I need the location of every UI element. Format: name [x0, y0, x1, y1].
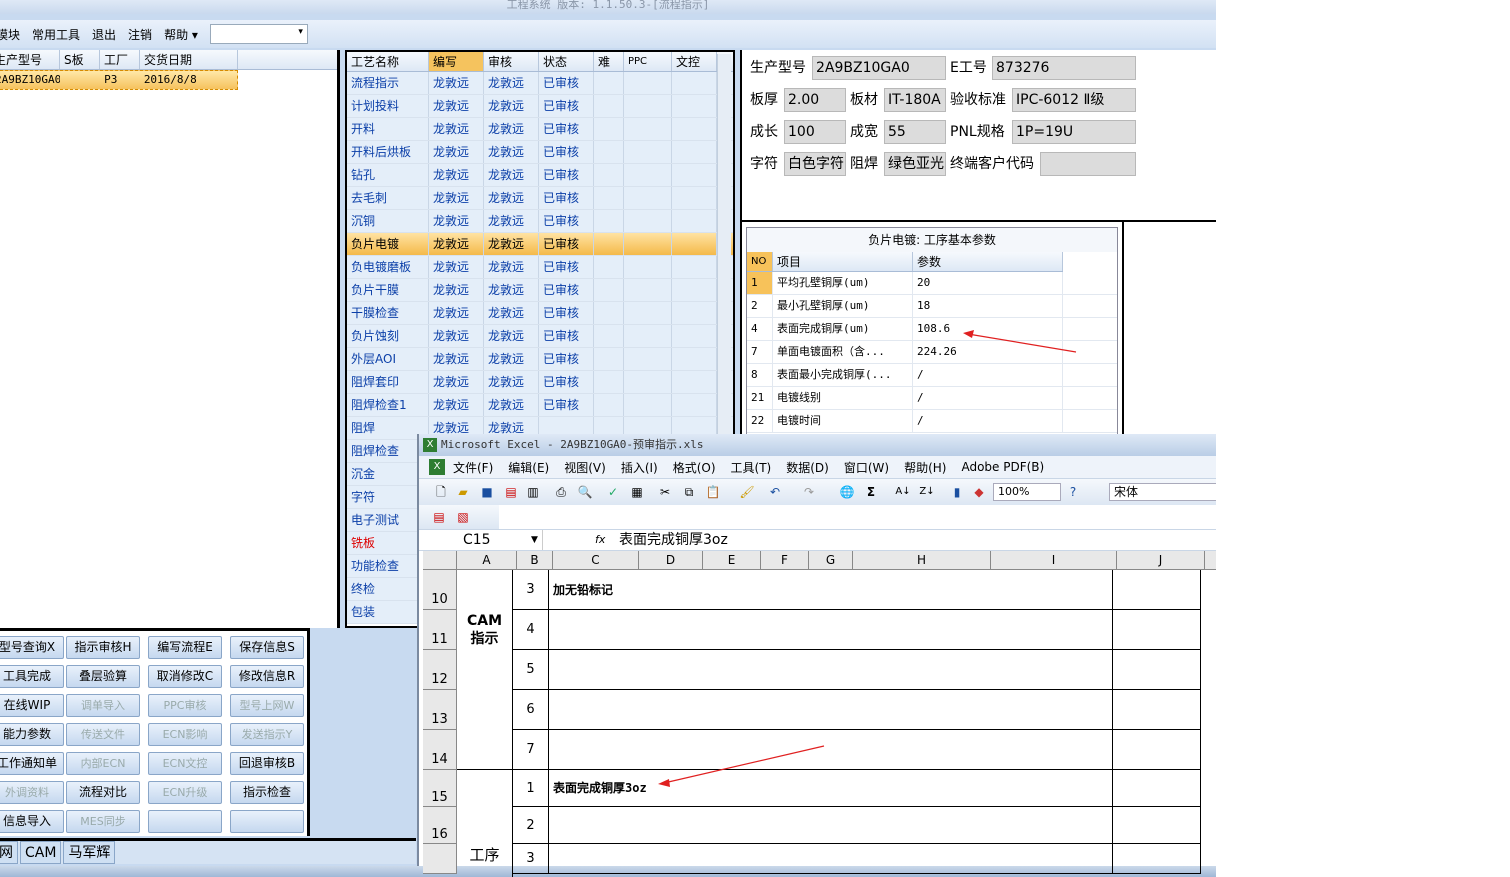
arrow-head-1 — [963, 330, 974, 338]
app-window: 工程系统 版本: 1.1.50.3-[流程指示] 模块 常用工具 退出 注销 帮… — [0, 0, 1216, 877]
annotation-arrow-1 — [967, 333, 1077, 353]
annotation-arrows — [658, 330, 1077, 787]
annotation-arrow-2 — [663, 745, 825, 784]
arrow-head-2 — [658, 779, 670, 787]
